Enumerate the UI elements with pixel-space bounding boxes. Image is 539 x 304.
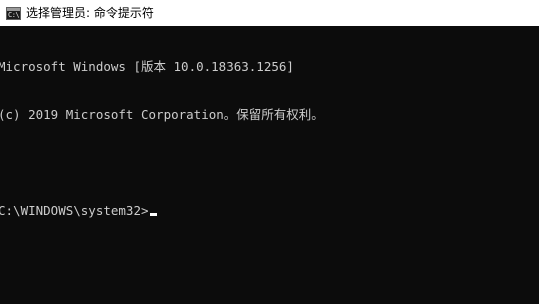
command-prompt-window: C:\ 选择管理员: 命令提示符 Microsoft Windows [版本 1… [0, 0, 539, 304]
console-output[interactable]: Microsoft Windows [版本 10.0.18363.1256] (… [0, 27, 539, 304]
command-prompt: C:\WINDOWS\system32> [0, 203, 149, 218]
window-title: 选择管理员: 命令提示符 [26, 6, 154, 20]
title-bar[interactable]: C:\ 选择管理员: 命令提示符 [0, 0, 539, 26]
cmd-icon[interactable]: C:\ [6, 6, 21, 20]
console-line-version: Microsoft Windows [版本 10.0.18363.1256] [0, 59, 294, 74]
console-line-copyright: (c) 2019 Microsoft Corporation。保留所有权利。 [0, 107, 324, 122]
text-cursor [149, 213, 157, 216]
console-prompt-line[interactable]: C:\WINDOWS\system32> [0, 203, 539, 219]
